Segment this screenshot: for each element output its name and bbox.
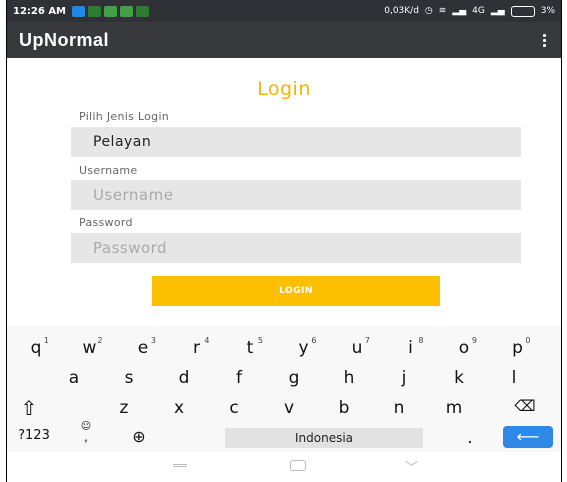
- key-g[interactable]: g: [279, 368, 309, 388]
- key-label: o: [458, 338, 470, 358]
- key-l[interactable]: l: [499, 368, 529, 388]
- app-bar: UpNormal: [7, 22, 561, 58]
- login-form: Login Pilih Jenis Login Pelayan Username…: [7, 66, 561, 326]
- key-y[interactable]: y6: [289, 336, 319, 358]
- key-number-hint: 0: [525, 336, 531, 345]
- key-label: e: [137, 338, 149, 358]
- key-label: i: [408, 338, 413, 358]
- home-nav-icon[interactable]: [290, 460, 306, 471]
- key-i[interactable]: i8: [396, 336, 426, 358]
- key-r[interactable]: r4: [182, 336, 212, 358]
- backspace-key-icon[interactable]: ⌫: [507, 397, 543, 415]
- key-x[interactable]: x: [164, 398, 194, 418]
- key-u[interactable]: u7: [342, 336, 372, 358]
- username-input[interactable]: Username: [71, 180, 521, 210]
- key-number-hint: 5: [257, 336, 263, 345]
- battery-icon: [510, 5, 535, 17]
- key-n[interactable]: n: [384, 398, 414, 418]
- password-label: Password: [79, 216, 133, 229]
- menu-nav-icon[interactable]: [173, 464, 187, 467]
- shift-key-icon[interactable]: ⇧: [11, 396, 47, 420]
- symbols-key[interactable]: ?123: [9, 428, 59, 443]
- key-p[interactable]: p0: [503, 336, 533, 358]
- key-o[interactable]: o9: [449, 336, 479, 358]
- network-type: 4G: [472, 6, 485, 16]
- key-label: q: [30, 338, 42, 358]
- key-c[interactable]: c: [219, 398, 249, 418]
- status-bar: 12:26 AM 0,03K/d ◷ ≋ ▂▄ 4G ▂▄ 3%: [7, 0, 561, 22]
- key-label: y: [298, 338, 309, 358]
- key-number-hint: 1: [43, 336, 49, 345]
- signal-icon-2: ▂▄: [490, 6, 505, 16]
- key-d[interactable]: d: [169, 368, 199, 388]
- app-notification-icon: [120, 5, 134, 17]
- key-label: w: [82, 338, 97, 358]
- username-label: Username: [79, 164, 138, 177]
- enter-key[interactable]: ⟵: [503, 426, 553, 448]
- signal-icon: ▂▄: [452, 6, 467, 16]
- phone-screen: 12:26 AM 0,03K/d ◷ ≋ ▂▄ 4G ▂▄ 3% UpNorma…: [6, 0, 562, 482]
- battery-level: 3%: [540, 6, 555, 16]
- key-z[interactable]: z: [109, 398, 139, 418]
- key-number-hint: 7: [364, 336, 370, 345]
- key-k[interactable]: k: [444, 368, 474, 388]
- key-s[interactable]: s: [114, 368, 144, 388]
- key-w[interactable]: w2: [75, 336, 105, 358]
- app-notification-icon: [136, 5, 150, 17]
- enter-arrow-icon: ⟵: [516, 427, 540, 446]
- key-number-hint: 3: [150, 336, 156, 345]
- comma-key-label: ,: [84, 430, 88, 444]
- status-right: 0,03K/d ◷ ≋ ▂▄ 4G ▂▄ 3%: [384, 5, 555, 17]
- notification-icons: [72, 5, 150, 17]
- login-type-select[interactable]: Pelayan: [71, 127, 521, 157]
- key-number-hint: 6: [311, 336, 317, 345]
- keyboard-row-2: asdfghjkl: [7, 368, 561, 398]
- key-label: p: [512, 338, 523, 358]
- key-label: u: [351, 338, 363, 358]
- login-button[interactable]: LOGIN: [152, 276, 440, 306]
- key-b[interactable]: b: [329, 398, 359, 418]
- overflow-menu-icon[interactable]: [539, 33, 549, 47]
- back-nav-icon[interactable]: ﹀: [405, 457, 418, 476]
- key-m[interactable]: m: [439, 398, 469, 418]
- login-type-label: Pilih Jenis Login: [79, 110, 170, 123]
- key-a[interactable]: a: [59, 368, 89, 388]
- key-number-hint: 9: [471, 336, 477, 345]
- app-title: UpNormal: [19, 29, 110, 50]
- globe-language-icon[interactable]: ⊕: [124, 427, 154, 446]
- key-label: t: [246, 338, 254, 358]
- key-f[interactable]: f: [224, 368, 254, 388]
- key-e[interactable]: e3: [128, 336, 158, 358]
- navigation-bar: ﹀: [7, 452, 561, 482]
- key-v[interactable]: v: [274, 398, 304, 418]
- network-speed: 0,03K/d: [384, 6, 419, 16]
- key-q[interactable]: q1: [21, 336, 51, 358]
- key-label: r: [193, 338, 200, 358]
- status-time: 12:26 AM: [13, 5, 67, 17]
- key-number-hint: 4: [204, 336, 210, 345]
- password-input[interactable]: Password: [71, 233, 521, 263]
- period-key[interactable]: .: [455, 428, 485, 448]
- alarm-icon: ◷: [424, 6, 433, 16]
- comma-key[interactable]: ☺ ,: [71, 422, 101, 444]
- keyboard-row-1: q1w2e3r4t5y6u7i8o9p0: [7, 336, 561, 368]
- message-notification-icon: [88, 5, 102, 17]
- twitter-notification-icon: [72, 5, 86, 17]
- key-number-hint: 8: [418, 336, 424, 345]
- app-notification-icon: [104, 5, 118, 17]
- wifi-icon: ≋: [438, 6, 447, 16]
- key-h[interactable]: h: [334, 368, 364, 388]
- key-j[interactable]: j: [389, 368, 419, 388]
- space-key[interactable]: Indonesia: [225, 428, 423, 448]
- login-title: Login: [257, 78, 311, 100]
- key-number-hint: 2: [97, 336, 103, 345]
- key-t[interactable]: t5: [235, 336, 265, 358]
